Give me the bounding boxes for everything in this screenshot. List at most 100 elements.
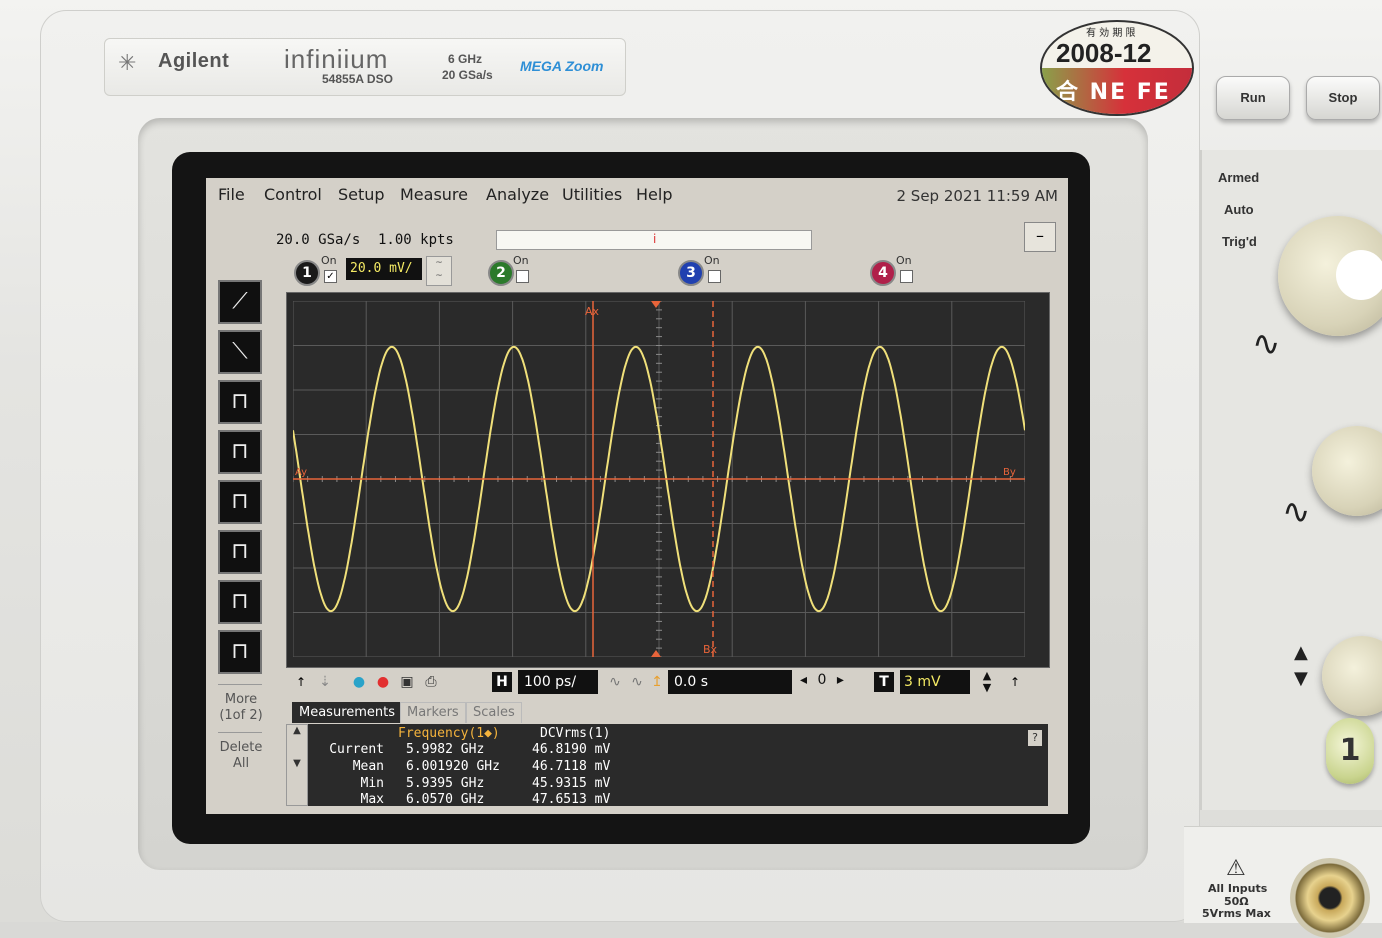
timeout-trigger-icon[interactable]: ⊓ [218,580,262,624]
row-label-current: Current [329,742,384,757]
channel-3-on-label: On [704,254,720,267]
min-dcvrms: 45.9315 mV [532,776,611,791]
trigger-mode-toolbar: ⟋ ⟍ ⊓ ⊓ ⊓ ⊓ ⊓ ⊓ More (1of 2) Delete All [214,268,270,788]
memory-depth: 1.00 kpts [378,232,454,248]
minimize-button[interactable]: – [1024,222,1056,252]
overview-position-marker: i [653,232,657,246]
trigd-indicator: Trig'd [1222,234,1257,249]
row-label-min: Min [360,776,384,791]
more-button[interactable]: More (1of 2) [216,692,266,724]
waveform-display[interactable]: Ax Bx Ay By [286,292,1050,668]
menu-help[interactable]: Help [636,185,672,204]
toolbar-divider [218,684,262,685]
sticker-kanji: 有 効 期 限 [1086,28,1136,39]
horizontal-scale[interactable]: 100 ps/ [518,670,598,694]
help-button[interactable]: ? [1028,730,1042,746]
marker-by-label: By [1003,467,1016,478]
transition-trigger-icon[interactable]: ⊓ [218,530,262,574]
channel-1-button[interactable]: 1 [1326,718,1374,784]
channel-4-badge[interactable]: 4 [870,260,896,286]
column-header-dcvrms: DCVrms(1) [540,726,611,741]
menu-file[interactable]: File [218,185,245,204]
mean-frequency: 6.001920 GHz [406,759,500,774]
channel-1-badge[interactable]: 1 [294,260,320,286]
horizontal-mode-icon[interactable]: ∿ [626,672,648,692]
max-dcvrms: 47.6513 mV [532,792,611,807]
channel-1-scale-spinner[interactable]: ~ ~ [426,256,452,286]
zoom-out-icon[interactable]: ⇣ [314,672,336,692]
single-run-icon[interactable]: ● [348,672,370,692]
menu-analyze[interactable]: Analyze [486,185,549,204]
spec-sample-rate: 20 GSa/s [442,68,493,82]
measurements-panel: ▲ ▼ Frequency(1◆) DCVrms(1) Current 5.998… [286,724,1048,807]
brand-name: Agilent [158,50,230,72]
menu-setup[interactable]: Setup [338,185,385,204]
run-button[interactable]: Run [1216,76,1290,120]
autoscale-icon[interactable]: ▣ [396,672,418,692]
input-warning-line3: 5Vrms Max [1202,907,1271,920]
tab-scales[interactable]: Scales [466,702,522,723]
print-icon[interactable]: ⎙ [420,672,442,692]
delay-left-arrow-icon[interactable]: ◂ [800,672,807,688]
menu-utilities[interactable]: Utilities [562,185,622,204]
delete-all-button[interactable]: Delete All [216,740,266,772]
datetime: 2 Sep 2021 11:59 AM [896,187,1059,205]
min-frequency: 5.9395 GHz [406,776,485,791]
bnc-connector[interactable] [1290,858,1370,938]
column-header-frequency: Frequency(1◆) [398,726,500,741]
trigger-level[interactable]: 3 mV [900,670,970,694]
marker-ax-label: Ax [585,305,600,318]
delay-right-arrow-icon[interactable]: ▸ [837,672,844,688]
calibration-sticker: 有 効 期 限 2008-12 合 NE FE 格 [1040,20,1194,116]
delay-position-value: 0 [817,672,827,688]
max-frequency: 6.0570 GHz [406,792,485,807]
horizontal-label: H [492,672,512,692]
channel-3-badge[interactable]: 3 [678,260,704,286]
armed-indicator: Armed [1218,170,1260,185]
channel-1-on-checkbox[interactable]: ✓ [324,270,337,283]
megazoom-logo: MEGA Zoom [520,58,604,74]
spec-bandwidth: 6 GHz [448,52,483,66]
tab-measurements[interactable]: Measurements [292,702,403,723]
menu-measure[interactable]: Measure [400,185,468,204]
current-frequency: 5.9982 GHz [406,742,485,757]
channel-2-badge[interactable]: 2 [488,260,514,286]
channel-2-on-label: On [513,254,529,267]
acquisition-overview-bar[interactable]: i [496,230,812,250]
delay-position-controls[interactable]: ◂ 0 ▸ [800,672,844,688]
scroll-up-icon[interactable]: ↑ [290,672,312,692]
pulse-width-trigger-icon[interactable]: ⊓ [218,380,262,424]
setup-hold-trigger-icon[interactable]: ⊓ [218,630,262,674]
agilent-spark-icon: ✳ [118,50,137,75]
stop-button[interactable]: Stop [1306,76,1380,120]
channel-1-scale[interactable]: 20.0 mV/ [346,258,422,280]
runt-trigger-icon[interactable]: ⊓ [218,480,262,524]
horizontal-scale-spinner-icon[interactable]: ∿ [604,672,626,692]
glitch-trigger-icon[interactable]: ⊓ [218,430,262,474]
measurements-scrollbar[interactable]: ▲ ▼ [286,724,308,806]
knob-center [1336,250,1382,300]
row-label-mean: Mean [352,759,384,774]
series-name: infiniium [284,44,389,74]
horizontal-delay[interactable]: 0.0 s [668,670,792,694]
sample-rate: 20.0 GSa/s [276,232,361,248]
tab-markers[interactable]: Markers [400,702,466,723]
edge-falling-trigger-icon[interactable]: ⟍ [218,330,262,374]
model-number: 54855A DSO [322,72,393,86]
edge-rising-trigger-icon[interactable]: ⟋ [218,280,262,324]
warning-icon: ⚠ [1226,856,1246,881]
toolbar-divider [218,732,262,733]
mean-dcvrms: 46.7118 mV [532,759,611,774]
horizontal-waveform-icon: ∿ [1282,492,1311,532]
stop-acquisition-icon[interactable]: ● [372,672,394,692]
input-warning-line1: All Inputs [1208,882,1268,895]
current-dcvrms: 46.8190 mV [532,742,611,757]
trigger-level-spinner[interactable]: ▲ ▼ [976,670,998,696]
channel-3-on-checkbox[interactable] [708,270,721,283]
waveform-graticule: Ax Bx Ay By [293,301,1025,657]
channel-4-on-checkbox[interactable] [900,270,913,283]
auto-indicator: Auto [1224,202,1254,217]
channel-2-on-checkbox[interactable] [516,270,529,283]
trigger-source-icon[interactable]: ↑ [1004,672,1026,692]
menu-control[interactable]: Control [264,185,322,204]
